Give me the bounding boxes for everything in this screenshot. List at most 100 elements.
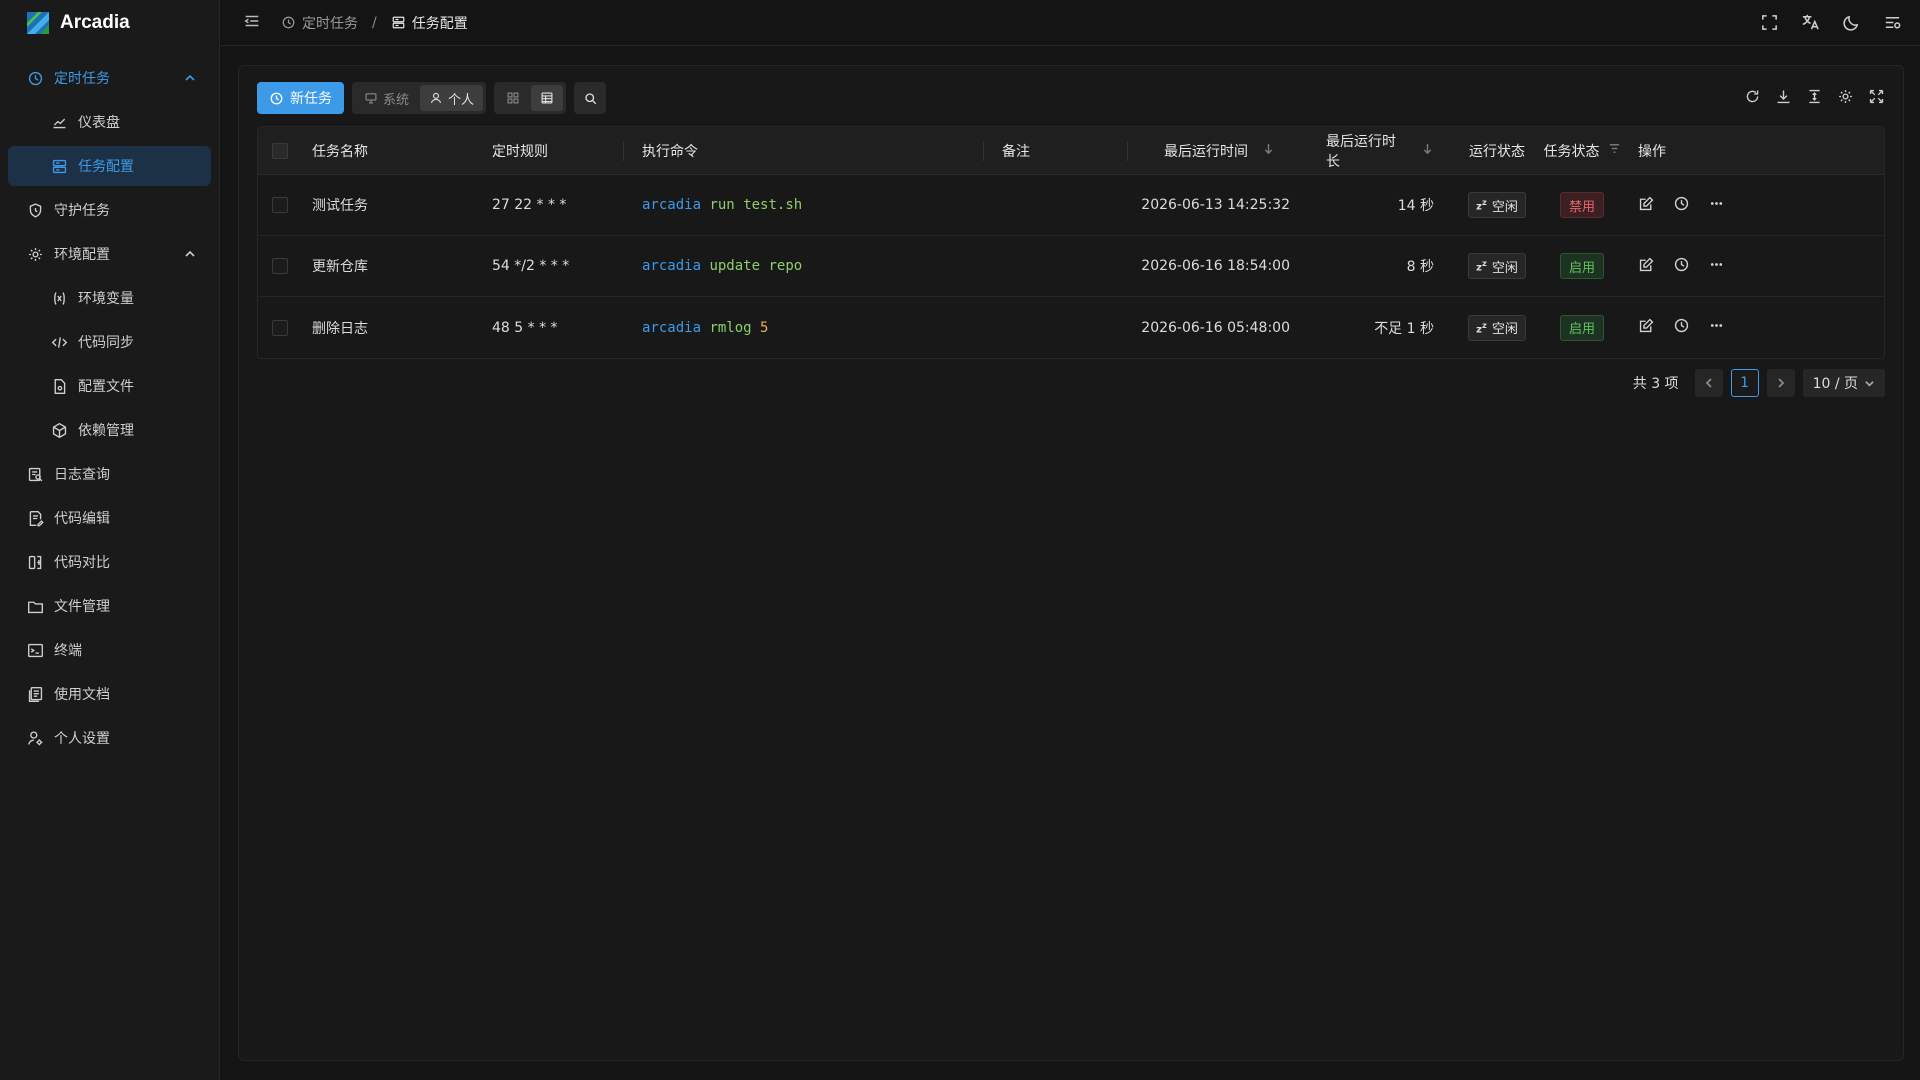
app-logo[interactable]: Arcadia: [0, 0, 219, 46]
refresh-icon[interactable]: [1744, 88, 1761, 109]
header-task-state[interactable]: 任务状态: [1528, 127, 1624, 174]
sidebar-item-7[interactable]: 配置文件: [8, 366, 211, 406]
sidebar-item-6[interactable]: 代码同步: [8, 322, 211, 362]
sidebar-item-0[interactable]: 定时任务: [8, 58, 211, 98]
last-run-duration: 14 秒: [1397, 198, 1434, 214]
new-task-button[interactable]: 新任务: [257, 82, 344, 114]
toolbar: 新任务 系统 个人: [257, 82, 607, 114]
docs-icon: [26, 685, 44, 703]
header-name-label: 任务名称: [312, 143, 368, 160]
table-row[interactable]: 更新仓库 54 */2 * * * arcadia update repo 2026-…: [258, 236, 1884, 297]
sort-down-icon[interactable]: [1407, 142, 1434, 159]
grid-icon: [507, 92, 519, 104]
header-command-label: 执行命令: [642, 143, 698, 160]
header-duration[interactable]: 最后运行时长: [1290, 127, 1434, 174]
more-icon[interactable]: [1708, 317, 1725, 338]
last-run-duration: 8 秒: [1406, 259, 1434, 275]
download-icon[interactable]: [1775, 88, 1792, 109]
prev-page-button[interactable]: [1694, 369, 1723, 397]
config-file-icon: [50, 377, 68, 395]
sidebar-item-9[interactable]: 日志查询: [8, 454, 211, 494]
page-size-select[interactable]: 10 / 页: [1802, 369, 1885, 397]
header-note-label: 备注: [1002, 143, 1030, 160]
grid-view-button[interactable]: [497, 85, 529, 111]
monitor-icon: [365, 93, 377, 104]
breadcrumb-parent[interactable]: 定时任务: [302, 13, 358, 33]
cron-rule: 48 5 * * *: [492, 319, 558, 336]
cell-last-run: 2026-06-16 05:48:00: [1128, 297, 1290, 358]
header-rule: 定时规则: [480, 127, 624, 174]
table-row[interactable]: 删除日志 48 5 * * * arcadia rmlog 5 2026-06-16 …: [258, 297, 1884, 358]
table-view-button[interactable]: [531, 85, 564, 111]
edit-icon[interactable]: [1638, 195, 1655, 216]
cell-rule: 48 5 * * *: [480, 297, 624, 358]
code-sync-icon: [50, 333, 68, 351]
settings-panel-icon[interactable]: [1883, 13, 1902, 36]
select-all-checkbox[interactable]: [272, 142, 288, 159]
edit-icon[interactable]: [1638, 256, 1655, 277]
cell-rule: 27 22 * * *: [480, 175, 624, 235]
sidebar-item-14[interactable]: 使用文档: [8, 674, 211, 714]
sidebar-item-15[interactable]: 个人设置: [8, 718, 211, 758]
run-state-tag: zz 空闲: [1468, 314, 1526, 341]
cell-note: [984, 236, 1128, 296]
sidebar-item-12[interactable]: 文件管理: [8, 586, 211, 626]
filter-personal-button[interactable]: 个人: [420, 85, 484, 111]
filter-icon[interactable]: [1600, 142, 1621, 159]
clock-plus-icon: [270, 92, 283, 104]
sidebar-item-1[interactable]: 仪表盘: [8, 102, 211, 142]
header-duration-label: 最后运行时长: [1326, 133, 1396, 170]
translate-icon[interactable]: [1801, 13, 1820, 36]
breadcrumb-separator: /: [372, 14, 377, 31]
expand-icon[interactable]: [1868, 88, 1885, 109]
sort-down-icon[interactable]: [1248, 142, 1275, 159]
header-rule-label: 定时规则: [492, 143, 548, 160]
more-icon[interactable]: [1708, 195, 1725, 216]
run-log-icon[interactable]: [1673, 195, 1690, 216]
sidebar-item-label: 个人设置: [54, 731, 110, 747]
task-state-tag: 启用: [1559, 253, 1604, 279]
scope-filter: 系统 个人: [352, 82, 487, 114]
page-1-button[interactable]: 1: [1730, 369, 1759, 397]
task-table: 任务名称 定时规则 执行命令 备注 最后运行时间 最后运行时长 运行状态 任务状…: [257, 126, 1885, 359]
task-name[interactable]: 删除日志: [312, 318, 368, 338]
sidebar-item-5[interactable]: 环境变量: [8, 278, 211, 318]
dark-mode-icon[interactable]: [1842, 13, 1861, 36]
gear-icon: [26, 245, 44, 263]
run-log-icon[interactable]: [1673, 256, 1690, 277]
header-last-run[interactable]: 最后运行时间: [1128, 127, 1290, 174]
sidebar-item-3[interactable]: 守护任务: [8, 190, 211, 230]
header-ops-label: 操作: [1638, 143, 1666, 160]
task-name[interactable]: 更新仓库: [312, 256, 368, 276]
header-note: 备注: [984, 127, 1128, 174]
column-height-icon[interactable]: [1806, 88, 1823, 109]
terminal-icon: [26, 641, 44, 659]
sidebar-item-13[interactable]: 终端: [8, 630, 211, 670]
row-checkbox[interactable]: [272, 319, 288, 336]
menu-fold-icon[interactable]: [243, 12, 261, 34]
sidebar-item-4[interactable]: 环境配置: [8, 234, 211, 274]
fullscreen-icon[interactable]: [1760, 13, 1779, 36]
sidebar-item-11[interactable]: 代码对比: [8, 542, 211, 582]
gear-icon[interactable]: [1837, 88, 1854, 109]
run-log-icon[interactable]: [1673, 317, 1690, 338]
search-button[interactable]: [574, 82, 607, 114]
cell-note: [984, 175, 1128, 235]
table-row[interactable]: 测试任务 27 22 * * * arcadia run test.sh 2026-0…: [258, 175, 1884, 236]
more-icon[interactable]: [1708, 256, 1725, 277]
sidebar-item-10[interactable]: 代码编辑: [8, 498, 211, 538]
task-name[interactable]: 测试任务: [312, 195, 368, 215]
command-bin: arcadia: [642, 258, 702, 274]
edit-icon[interactable]: [1638, 317, 1655, 338]
command-arg: 5: [760, 319, 769, 336]
filter-system-button[interactable]: 系统: [355, 85, 418, 111]
row-checkbox[interactable]: [272, 258, 288, 274]
next-page-button[interactable]: [1766, 369, 1795, 397]
cell-name: 删除日志: [300, 297, 480, 358]
sidebar-item-2[interactable]: 任务配置: [8, 146, 211, 186]
row-checkbox[interactable]: [272, 197, 288, 213]
shield-clock-icon: [26, 201, 44, 219]
sidebar-item-8[interactable]: 依赖管理: [8, 410, 211, 450]
command-bin: arcadia: [642, 197, 702, 213]
list-config-icon: [50, 157, 68, 175]
